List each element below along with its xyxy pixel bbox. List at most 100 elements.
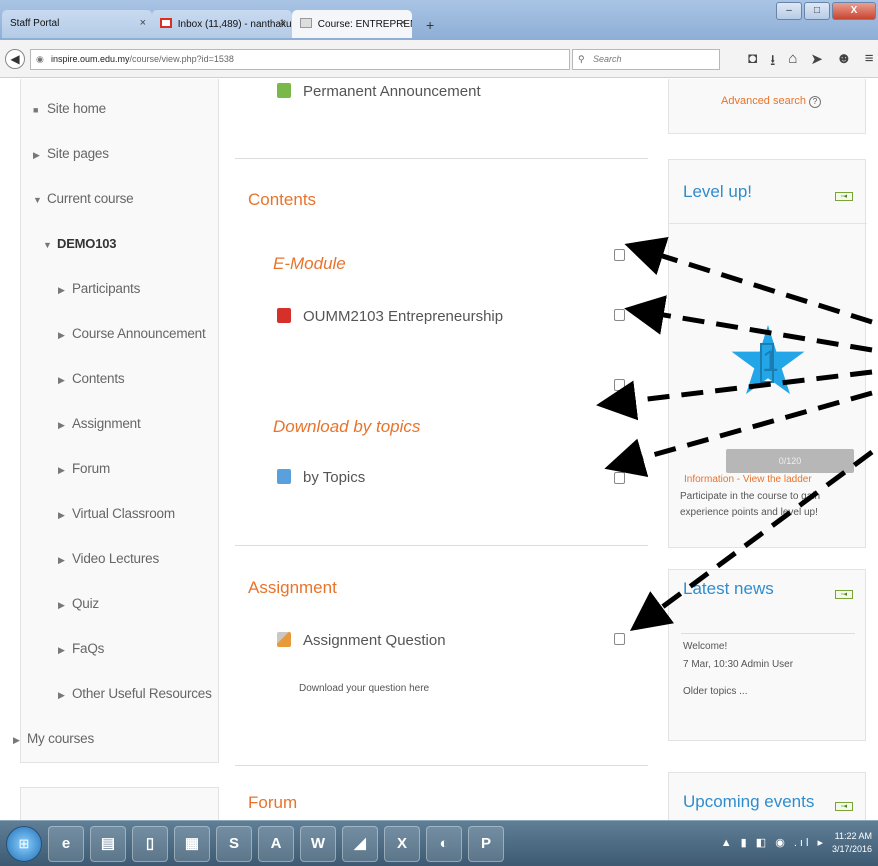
expand-icon: ▶ (58, 285, 65, 295)
browser-tab-bar: Staff Portal × Inbox (11,489) - nanthaku… (0, 0, 878, 40)
sidebar-item-forum[interactable]: ▶ Forum (58, 461, 110, 476)
sidebar-item-label: Site home (47, 101, 106, 116)
taskbar-app-paint[interactable]: ◐ (426, 826, 462, 862)
subsection-title-emodule[interactable]: E-Module (273, 254, 346, 274)
sidebar-item-site-pages[interactable]: ▶ Site pages (33, 146, 109, 161)
tab-close-icon[interactable]: × (140, 17, 146, 29)
start-button[interactable]: ⊞ (6, 826, 42, 862)
section-divider (235, 765, 648, 766)
send-icon[interactable]: ➤ (810, 50, 823, 75)
sidebar-item-demo103[interactable]: ▼ DEMO103 (43, 236, 116, 251)
minimize-button[interactable]: – (776, 2, 802, 20)
completion-checkbox[interactable] (614, 633, 625, 645)
taskbar-app-word[interactable]: W (300, 826, 336, 862)
tab-staff-portal[interactable]: Staff Portal × (2, 10, 152, 38)
sidebar-item-other-resources[interactable]: ▶ Other Useful Resources (58, 686, 212, 701)
search-input[interactable]: ⚲ Search (572, 49, 720, 70)
block-collapse-icon[interactable]: ▫◂ (835, 192, 853, 201)
sidebar-item-label: Site pages (47, 146, 109, 161)
url-bar[interactable]: ◉ inspire.oum.edu.my/course/view.php?id=… (30, 49, 588, 70)
advanced-search-link[interactable]: Advanced search? (721, 95, 821, 108)
sidebar-item-faqs[interactable]: ▶ FaQs (58, 641, 104, 656)
taskbar-app-media[interactable]: ◢ (342, 826, 378, 862)
completion-checkbox[interactable] (614, 472, 625, 484)
expand-icon: ▶ (58, 465, 65, 475)
chat-icon[interactable]: ☻ (836, 50, 852, 75)
sidebar-item-virtual-classroom[interactable]: ▶ Virtual Classroom (58, 506, 175, 521)
sidebar-item-label: Virtual Classroom (72, 506, 175, 521)
taskbar-app-powerpoint[interactable]: P (468, 826, 504, 862)
sidebar-item-video-lectures[interactable]: ▶ Video Lectures (58, 551, 159, 566)
taskbar-app-acrobat[interactable]: A (258, 826, 294, 862)
home-icon[interactable]: ⌂ (788, 50, 797, 75)
taskbar-app-skype[interactable]: S (216, 826, 252, 862)
pocket-icon[interactable]: ◘ (748, 50, 757, 75)
section-title-assignment[interactable]: Assignment (248, 578, 337, 598)
block-divider (669, 223, 867, 224)
activity-name: by Topics (303, 469, 366, 486)
sidebar-item-label: Video Lectures (72, 551, 160, 566)
tab-close-icon[interactable]: × (280, 17, 286, 29)
expand-icon: ▶ (58, 600, 65, 610)
activity-permanent-announcement[interactable]: Permanent Announcement (277, 83, 481, 100)
clock[interactable]: 11:22 AM 3/17/2016 (832, 830, 872, 856)
news-item-title[interactable]: Welcome! (683, 641, 727, 652)
taskbar-app-notepad[interactable]: ▯ (132, 826, 168, 862)
folder-icon (277, 469, 291, 484)
url-domain: inspire.oum.edu.my (51, 54, 130, 64)
sidebar-item-participants[interactable]: ▶ Participants (58, 281, 140, 296)
section-divider (235, 545, 648, 546)
level-number: 1 (760, 343, 779, 383)
back-arrow-icon[interactable]: ◀ (5, 49, 25, 69)
new-tab-button[interactable]: + (426, 17, 434, 33)
sidebar-item-contents[interactable]: ▶ Contents (58, 371, 125, 386)
sidebar-item-label: My courses (27, 731, 95, 746)
sidebar-item-quiz[interactable]: ▶ Quiz (58, 596, 99, 611)
tab-gmail-inbox[interactable]: Inbox (11,489) - nanthaku... × (152, 10, 292, 38)
tab-course[interactable]: Course: ENTREPRENEURSH... × (292, 10, 412, 38)
sidebar-item-site-home[interactable]: ■ Site home (33, 101, 106, 116)
section-title-forum[interactable]: Forum (248, 793, 297, 813)
sidebar-item-label: DEMO103 (57, 236, 117, 251)
expand-icon: ▶ (58, 330, 65, 340)
search-icon: ⚲ (578, 54, 585, 64)
tab-close-icon[interactable]: × (400, 17, 406, 29)
activity-entrepreneurship-pdf[interactable]: OUMM2103 Entrepreneurship (277, 308, 503, 325)
sidebar-item-assignment[interactable]: ▶ Assignment (58, 416, 141, 431)
page-content: ■ Site home ▶ Site pages ▼ Current course ▼… (0, 79, 878, 820)
activity-by-topics-folder[interactable]: by Topics (277, 469, 365, 486)
block-collapse-icon[interactable]: ▫◂ (835, 802, 853, 811)
search-placeholder: Search (593, 54, 622, 64)
block-collapse-icon[interactable]: ▫◂ (835, 590, 853, 599)
completion-checkbox[interactable] (614, 379, 625, 391)
sidebar-item-label: Contents (72, 371, 125, 386)
taskbar-app-excel[interactable]: X (384, 826, 420, 862)
view-ladder-link[interactable]: View the ladder (743, 474, 812, 485)
taskbar-app-explorer[interactable]: ▤ (90, 826, 126, 862)
older-topics-link[interactable]: Older topics ... (683, 686, 747, 697)
maximize-button[interactable]: □ (804, 2, 830, 20)
taskbar-app-ie[interactable]: e (48, 826, 84, 862)
activity-assignment-question[interactable]: Assignment Question (277, 632, 446, 649)
close-window-button[interactable]: X (832, 2, 876, 20)
sidebar-item-my-courses[interactable]: ▶ My courses (13, 731, 94, 746)
help-icon[interactable]: ? (809, 96, 821, 108)
section-title-contents[interactable]: Contents (248, 190, 316, 210)
completion-checkbox[interactable] (614, 309, 625, 321)
information-link[interactable]: Information (684, 474, 734, 485)
sidebar-item-current-course[interactable]: ▼ Current course (33, 191, 134, 206)
navigation-block: ■ Site home ▶ Site pages ▼ Current course ▼… (13, 79, 219, 763)
clock-time: 11:22 AM (834, 831, 872, 841)
completion-checkbox[interactable] (614, 249, 625, 261)
system-tray[interactable]: ▲ ▮ ◧ ◉ .ıl ▸ (721, 836, 826, 849)
download-icon[interactable]: ⭳ (770, 50, 775, 75)
sidebar-item-label: Quiz (72, 596, 99, 611)
announcement-icon (277, 83, 291, 98)
expand-icon: ▶ (58, 645, 65, 655)
taskbar-app-calendar[interactable]: ▦ (174, 826, 210, 862)
menu-icon[interactable]: ≡ (865, 50, 874, 75)
sidebar-item-course-announcement[interactable]: ▶ Course Announcement (58, 326, 206, 341)
globe-icon: ◉ (36, 54, 44, 64)
subsection-title-download-by-topics[interactable]: Download by topics (273, 417, 420, 437)
activity-description: Download your question here (299, 683, 430, 694)
